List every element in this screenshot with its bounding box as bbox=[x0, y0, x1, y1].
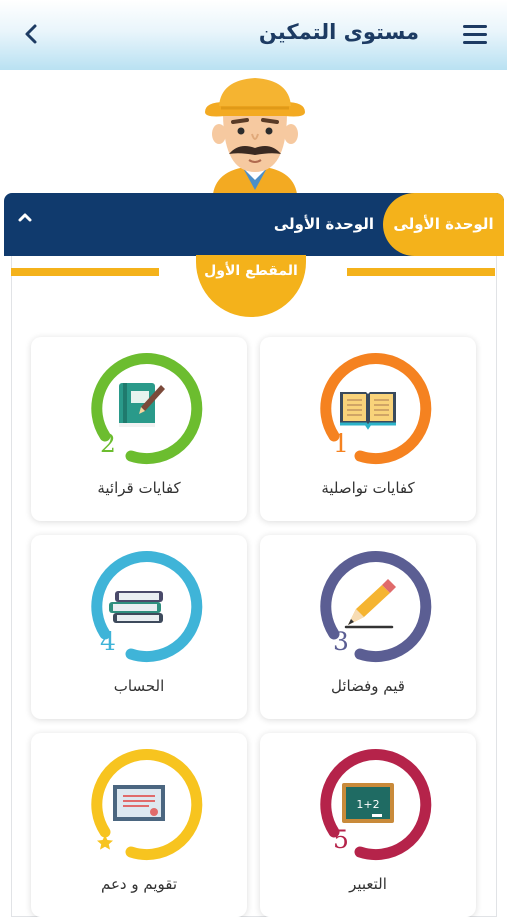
app-header: مستوى التمكين bbox=[0, 0, 507, 70]
svg-text:1+2: 1+2 bbox=[356, 798, 379, 811]
certificate-star-icon bbox=[97, 785, 165, 850]
card-reading-skills[interactable]: 2 كفايات قرائية bbox=[31, 337, 247, 521]
open-book-icon bbox=[340, 392, 396, 430]
card-expression[interactable]: 1+2 5 التعبير bbox=[260, 733, 476, 917]
mascot-avatar bbox=[195, 72, 315, 194]
card-label: التعبير bbox=[349, 875, 387, 893]
card-label: كفايات قرائية bbox=[97, 479, 181, 497]
page-title: مستوى التمكين bbox=[258, 20, 419, 44]
chalkboard-icon: 1+2 bbox=[342, 783, 394, 823]
book-pen-icon bbox=[119, 383, 165, 427]
chevron-up-icon[interactable] bbox=[14, 206, 36, 228]
pencil-icon bbox=[344, 579, 396, 629]
unit-title: الوحدة الأولى bbox=[273, 215, 374, 233]
card-assessment-support[interactable]: تقويم و دعم bbox=[31, 733, 247, 917]
divider-left bbox=[11, 268, 159, 276]
unit-bar: الوحدة الأولى الوحدة الأولى bbox=[4, 193, 504, 256]
card-communication-skills[interactable]: 1 كفايات تواصلية bbox=[260, 337, 476, 521]
divider-right bbox=[347, 268, 495, 276]
card-number: 2 bbox=[100, 429, 116, 458]
card-number: 4 bbox=[100, 627, 116, 656]
card-label: تقويم و دعم bbox=[100, 875, 178, 893]
book-stack-icon bbox=[109, 591, 163, 623]
unit-tab-active[interactable]: الوحدة الأولى bbox=[383, 193, 504, 256]
card-number: 3 bbox=[333, 627, 349, 656]
card-number: 5 bbox=[333, 825, 349, 854]
card-arithmetic[interactable]: 4 الحساب bbox=[31, 535, 247, 719]
card-label: الحساب bbox=[113, 677, 165, 695]
chevron-left-icon[interactable] bbox=[16, 18, 48, 50]
card-label: كفايات تواصلية bbox=[321, 479, 415, 497]
card-number: 1 bbox=[333, 429, 349, 458]
card-values-virtues[interactable]: 3 قيم وفضائل bbox=[260, 535, 476, 719]
card-label: قيم وفضائل bbox=[331, 677, 405, 695]
hamburger-menu-icon[interactable] bbox=[463, 25, 487, 45]
